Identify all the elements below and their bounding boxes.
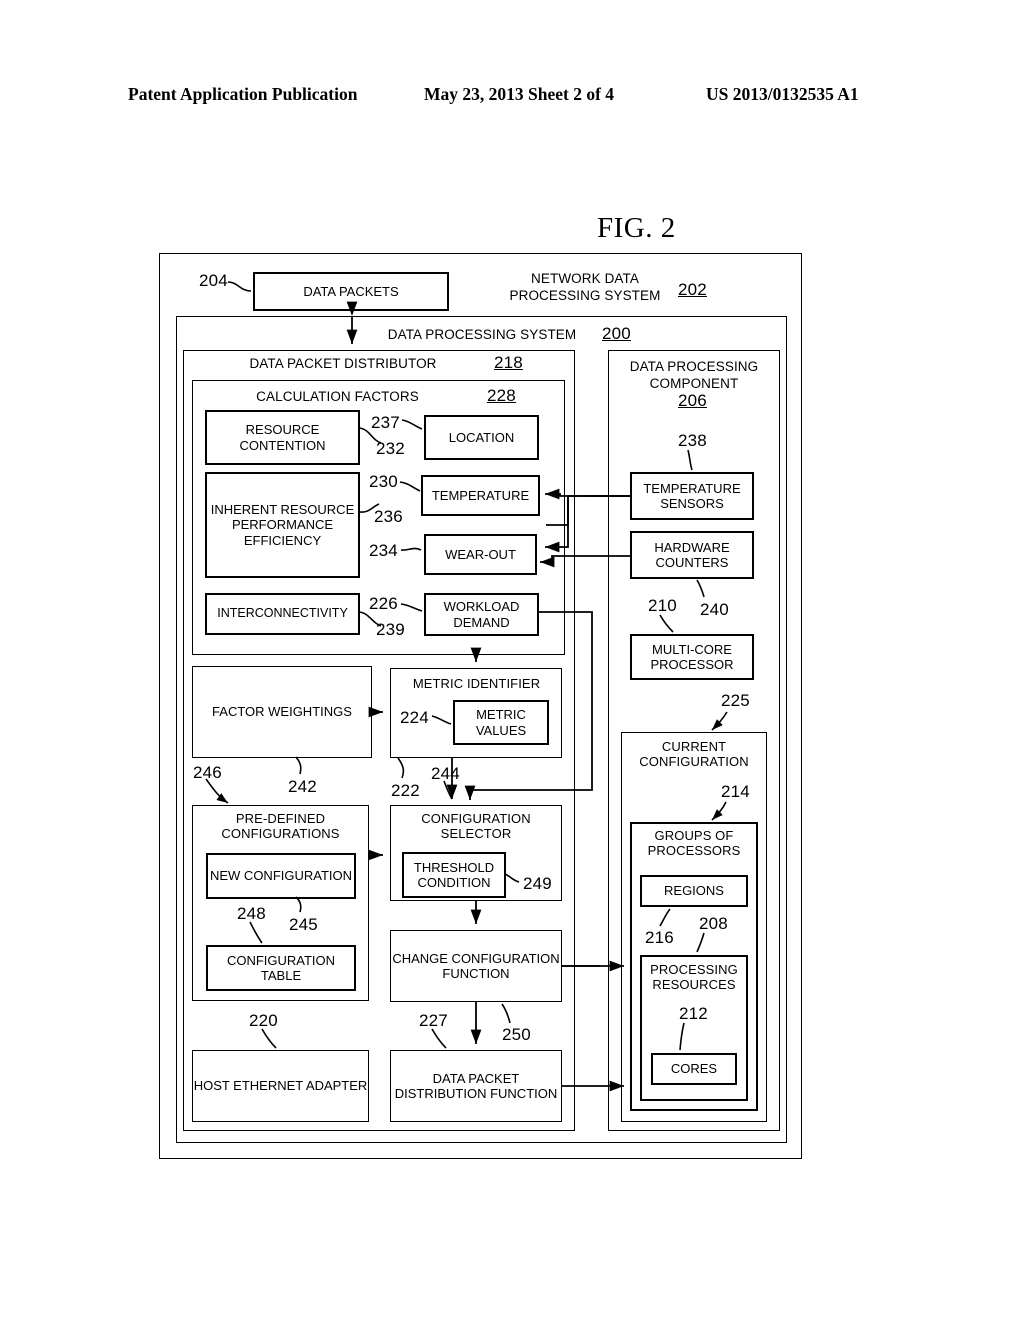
- temperature-sensors-label: TEMPERATURE SENSORS: [643, 480, 741, 512]
- host-ethernet-adapter-box: HOST ETHERNET ADAPTER: [192, 1050, 369, 1122]
- figure-label: FIG. 2: [597, 212, 676, 244]
- host-ethernet-adapter-label: HOST ETHERNET ADAPTER: [193, 1078, 368, 1094]
- metric-values-box: METRIC VALUES: [453, 700, 549, 745]
- date-sheet-label: May 23, 2013 Sheet 2 of 4: [424, 84, 615, 104]
- ref-242: 242: [288, 777, 317, 796]
- interconnectivity-box: INTERCONNECTIVITY: [205, 593, 360, 635]
- location-label: LOCATION: [448, 429, 515, 445]
- ref-218: 218: [494, 353, 523, 372]
- data-packet-distributor-title: DATA PACKET DISTRIBUTOR: [249, 356, 437, 371]
- temperature-sensors-box: TEMPERATURE SENSORS: [630, 472, 754, 520]
- threshold-condition-label: THRESHOLD CONDITION: [413, 859, 495, 891]
- ref-206: 206: [678, 391, 707, 410]
- ref-246: 246: [193, 763, 222, 782]
- regions-label: REGIONS: [664, 883, 724, 899]
- ref-216: 216: [645, 928, 674, 947]
- ref-214: 214: [721, 782, 750, 801]
- ref-230: 230: [369, 472, 398, 491]
- configuration-table-label: CONFIGURATION TABLE: [226, 952, 336, 984]
- ref-248: 248: [237, 904, 266, 923]
- new-configuration-box: NEW CONFIGURATION: [206, 853, 356, 899]
- ref-228: 228: [487, 386, 516, 405]
- data-packet-distribution-function-label: DATA PACKET DISTRIBUTION FUNCTION: [394, 1070, 558, 1102]
- ref-234: 234: [369, 541, 398, 560]
- data-processing-component-title: DATA PROCESSING COMPONENT: [629, 359, 759, 391]
- groups-of-processors-label: GROUPS OF PROCESSORS: [647, 828, 741, 858]
- ref-225: 225: [721, 691, 750, 710]
- cores-box: CORES: [651, 1053, 737, 1085]
- predefined-configurations-label: PRE-DEFINED CONFIGURATIONS: [221, 811, 340, 841]
- multi-core-processor-label: MULTI-CORE PROCESSOR: [650, 641, 734, 673]
- interconnectivity-label: INTERCONNECTIVITY: [217, 606, 348, 621]
- ref-240: 240: [700, 600, 729, 619]
- data-processing-system-title: DATA PROCESSING SYSTEM: [387, 327, 577, 342]
- temperature-label: TEMPERATURE: [431, 487, 530, 503]
- ref-239: 239: [376, 620, 405, 639]
- workload-demand-box: WORKLOAD DEMAND: [424, 593, 539, 636]
- ref-210: 210: [648, 596, 677, 615]
- resource-contention-label: RESOURCE CONTENTION: [239, 422, 326, 453]
- ref-200: 200: [602, 324, 631, 343]
- cores-label: CORES: [670, 1061, 718, 1077]
- ref-226: 226: [369, 594, 398, 613]
- ref-249: 249: [523, 874, 552, 893]
- hardware-counters-label: HARDWARE COUNTERS: [654, 539, 730, 571]
- ref-220: 220: [249, 1011, 278, 1030]
- change-configuration-function-box: CHANGE CONFIGURATION FUNCTION: [390, 930, 562, 1002]
- metric-values-label: METRIC VALUES: [475, 707, 527, 738]
- configuration-selector-label: CONFIGURATION SELECTOR: [421, 811, 531, 841]
- calculation-factors-title: CALCULATION FACTORS: [256, 389, 419, 404]
- configuration-table-box: CONFIGURATION TABLE: [206, 945, 356, 991]
- location-box: LOCATION: [424, 415, 539, 460]
- ref-227: 227: [419, 1011, 448, 1030]
- threshold-condition-box: THRESHOLD CONDITION: [402, 852, 506, 898]
- wear-out-label: WEAR-OUT: [445, 546, 516, 562]
- patent-number: US 2013/0132535 A1: [706, 84, 859, 104]
- resource-contention-box: RESOURCE CONTENTION: [205, 410, 360, 465]
- ref-204: 204: [199, 271, 228, 290]
- data-packet-distribution-function-box: DATA PACKET DISTRIBUTION FUNCTION: [390, 1050, 562, 1122]
- workload-demand-label: WORKLOAD DEMAND: [443, 599, 520, 630]
- data-packets-box: DATA PACKETS: [253, 272, 449, 311]
- ref-245: 245: [289, 915, 318, 934]
- regions-box: REGIONS: [640, 875, 748, 907]
- network-data-processing-system-title: NETWORK DATA PROCESSING SYSTEM: [509, 271, 661, 303]
- current-configuration-label: CURRENT CONFIGURATION: [639, 739, 749, 769]
- patent-header: Patent Application Publication May 23, 2…: [0, 84, 1024, 114]
- ref-202: 202: [678, 280, 707, 299]
- ref-222: 222: [391, 781, 420, 800]
- ref-244: 244: [431, 764, 460, 783]
- data-packets-label: DATA PACKETS: [303, 283, 399, 299]
- multi-core-processor-box: MULTI-CORE PROCESSOR: [630, 634, 754, 680]
- processing-resources-label: PROCESSING RESOURCES: [650, 962, 738, 992]
- factor-weightings-label: FACTOR WEIGHTINGS: [212, 704, 352, 720]
- ref-236: 236: [374, 507, 403, 526]
- ref-212: 212: [679, 1004, 708, 1023]
- inherent-resource-performance-efficiency-label: INHERENT RESOURCE PERFORMANCE EFFICIENCY: [210, 501, 355, 548]
- hardware-counters-box: HARDWARE COUNTERS: [630, 531, 754, 579]
- new-configuration-label: NEW CONFIGURATION: [209, 868, 353, 884]
- change-configuration-function-label: CHANGE CONFIGURATION FUNCTION: [392, 950, 560, 982]
- ref-238: 238: [678, 431, 707, 450]
- factor-weightings-box: FACTOR WEIGHTINGS: [192, 666, 372, 758]
- metric-identifier-label: METRIC IDENTIFIER: [412, 676, 541, 691]
- ref-250: 250: [502, 1025, 531, 1044]
- temperature-box: TEMPERATURE: [421, 475, 540, 516]
- ref-208: 208: [699, 914, 728, 933]
- publication-label: Patent Application Publication: [128, 84, 358, 104]
- ref-232: 232: [376, 439, 405, 458]
- ref-224: 224: [400, 708, 429, 727]
- ref-237: 237: [371, 413, 400, 432]
- wear-out-box: WEAR-OUT: [424, 534, 537, 575]
- inherent-resource-performance-efficiency-box: INHERENT RESOURCE PERFORMANCE EFFICIENCY: [205, 472, 360, 578]
